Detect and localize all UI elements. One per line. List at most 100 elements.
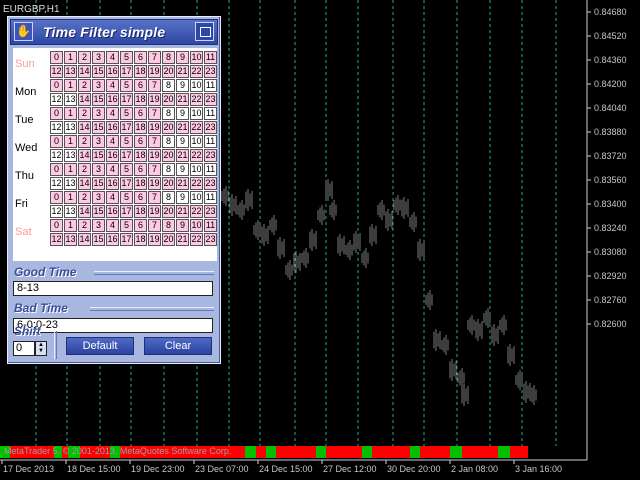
hour-cell[interactable]: 11 [204, 51, 217, 64]
hour-cell[interactable]: 0 [50, 191, 63, 204]
hour-cell[interactable]: 8 [162, 219, 175, 232]
bad-time-input[interactable]: 6-0:0-23 [13, 318, 213, 333]
hour-cell[interactable]: 2 [78, 219, 91, 232]
hour-cell[interactable]: 12 [50, 233, 63, 246]
hour-cell[interactable]: 16 [106, 65, 119, 78]
hour-cell[interactable]: 1 [64, 135, 77, 148]
hour-cell[interactable]: 0 [50, 219, 63, 232]
hour-cell[interactable]: 5 [120, 191, 133, 204]
hour-cell[interactable]: 13 [64, 177, 77, 190]
hour-cell[interactable]: 11 [204, 163, 217, 176]
hour-cell[interactable]: 19 [148, 121, 161, 134]
hour-cell[interactable]: 16 [106, 121, 119, 134]
hour-cell[interactable]: 5 [120, 163, 133, 176]
hour-cell[interactable]: 0 [50, 163, 63, 176]
hour-cell[interactable]: 17 [120, 149, 133, 162]
hour-cell[interactable]: 14 [78, 65, 91, 78]
hour-cell[interactable]: 0 [50, 51, 63, 64]
hour-cell[interactable]: 19 [148, 177, 161, 190]
hour-cell[interactable]: 6 [134, 107, 147, 120]
hour-cell[interactable]: 16 [106, 233, 119, 246]
hour-cell[interactable]: 14 [78, 205, 91, 218]
hour-cell[interactable]: 9 [176, 107, 189, 120]
hour-cell[interactable]: 1 [64, 219, 77, 232]
hour-cell[interactable]: 20 [162, 93, 175, 106]
hour-cell[interactable]: 6 [134, 135, 147, 148]
hour-cell[interactable]: 7 [148, 79, 161, 92]
maximize-icon[interactable] [195, 22, 214, 41]
panel-titlebar[interactable]: ✋ Time Filter simple [10, 19, 218, 45]
hour-cell[interactable]: 13 [64, 233, 77, 246]
hour-cell[interactable]: 17 [120, 65, 133, 78]
hour-cell[interactable]: 0 [50, 107, 63, 120]
hour-cell[interactable]: 12 [50, 65, 63, 78]
hour-cell[interactable]: 9 [176, 219, 189, 232]
hour-cell[interactable]: 10 [190, 51, 203, 64]
hour-cell[interactable]: 3 [92, 135, 105, 148]
hour-cell[interactable]: 1 [64, 51, 77, 64]
hour-cell[interactable]: 2 [78, 135, 91, 148]
hour-cell[interactable]: 2 [78, 163, 91, 176]
hour-cell[interactable]: 1 [64, 163, 77, 176]
hour-cell[interactable]: 15 [92, 149, 105, 162]
hour-cell[interactable]: 18 [134, 205, 147, 218]
hour-cell[interactable]: 9 [176, 79, 189, 92]
hour-cell[interactable]: 8 [162, 79, 175, 92]
hour-cell[interactable]: 6 [134, 191, 147, 204]
hour-cell[interactable]: 13 [64, 149, 77, 162]
hour-cell[interactable]: 10 [190, 191, 203, 204]
hour-cell[interactable]: 23 [204, 149, 217, 162]
hour-cell[interactable]: 9 [176, 163, 189, 176]
hour-cell[interactable]: 4 [106, 163, 119, 176]
hour-cell[interactable]: 17 [120, 205, 133, 218]
hour-cell[interactable]: 23 [204, 233, 217, 246]
hour-cell[interactable]: 11 [204, 107, 217, 120]
hour-cell[interactable]: 2 [78, 79, 91, 92]
hour-cell[interactable]: 15 [92, 65, 105, 78]
hour-cell[interactable]: 9 [176, 135, 189, 148]
hour-cell[interactable]: 19 [148, 233, 161, 246]
hour-cell[interactable]: 21 [176, 65, 189, 78]
hour-cell[interactable]: 21 [176, 121, 189, 134]
hour-cell[interactable]: 4 [106, 191, 119, 204]
hour-cell[interactable]: 12 [50, 149, 63, 162]
hour-cell[interactable]: 2 [78, 51, 91, 64]
hour-cell[interactable]: 22 [190, 233, 203, 246]
hour-cell[interactable]: 12 [50, 205, 63, 218]
hour-cell[interactable]: 8 [162, 163, 175, 176]
hour-cell[interactable]: 22 [190, 65, 203, 78]
hour-cell[interactable]: 19 [148, 149, 161, 162]
spin-down-icon[interactable]: ▼ [36, 348, 46, 354]
hour-cell[interactable]: 3 [92, 51, 105, 64]
clear-button[interactable]: Clear [144, 337, 212, 355]
hour-cell[interactable]: 7 [148, 135, 161, 148]
hour-cell[interactable]: 4 [106, 219, 119, 232]
hour-cell[interactable]: 16 [106, 93, 119, 106]
hour-cell[interactable]: 10 [190, 107, 203, 120]
hour-cell[interactable]: 7 [148, 219, 161, 232]
hour-cell[interactable]: 4 [106, 107, 119, 120]
hour-cell[interactable]: 20 [162, 233, 175, 246]
hour-cell[interactable]: 12 [50, 93, 63, 106]
hour-cell[interactable]: 7 [148, 51, 161, 64]
hand-icon[interactable]: ✋ [14, 22, 33, 41]
hour-cell[interactable]: 3 [92, 107, 105, 120]
hour-cell[interactable]: 3 [92, 219, 105, 232]
hour-cell[interactable]: 23 [204, 93, 217, 106]
hour-cell[interactable]: 18 [134, 149, 147, 162]
hour-cell[interactable]: 9 [176, 51, 189, 64]
hour-cell[interactable]: 10 [190, 219, 203, 232]
hour-cell[interactable]: 20 [162, 121, 175, 134]
hour-cell[interactable]: 6 [134, 51, 147, 64]
default-button[interactable]: Default [66, 337, 134, 355]
hour-cell[interactable]: 13 [64, 121, 77, 134]
hour-cell[interactable]: 20 [162, 205, 175, 218]
hour-cell[interactable]: 18 [134, 121, 147, 134]
hour-cell[interactable]: 12 [50, 177, 63, 190]
hour-cell[interactable]: 5 [120, 51, 133, 64]
hour-cell[interactable]: 23 [204, 205, 217, 218]
hour-cell[interactable]: 3 [92, 79, 105, 92]
hour-cell[interactable]: 13 [64, 93, 77, 106]
hour-cell[interactable]: 18 [134, 233, 147, 246]
hour-cell[interactable]: 7 [148, 163, 161, 176]
